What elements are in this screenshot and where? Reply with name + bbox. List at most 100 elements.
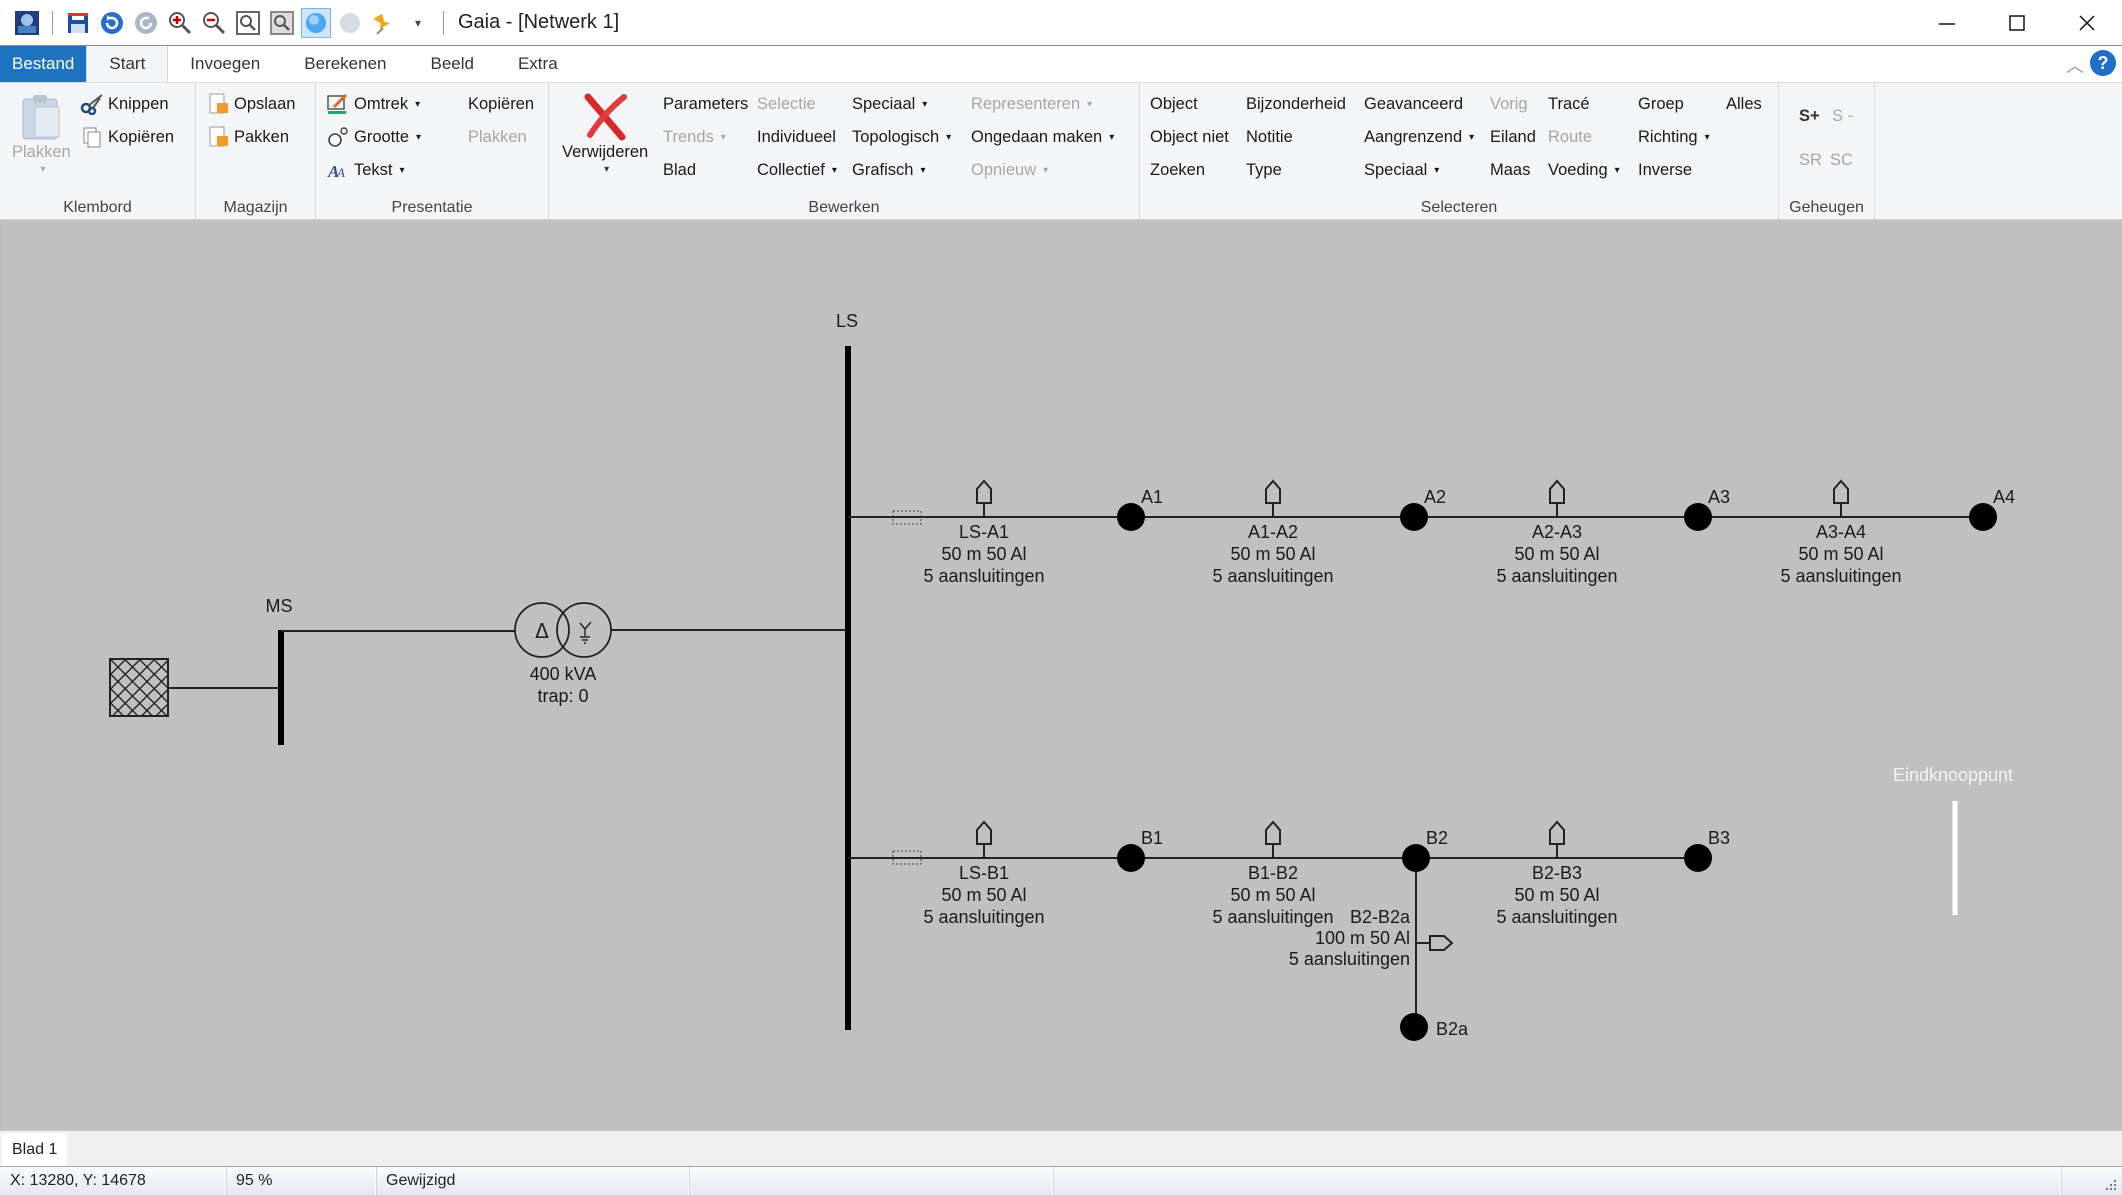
geavanceerd-button[interactable]: Geavanceerd <box>1364 95 1463 114</box>
opnieuw-button[interactable]: Opnieuw ▾ <box>971 161 1048 180</box>
opslaan-label: Opslaan <box>234 94 296 113</box>
maas-button[interactable]: Maas <box>1490 161 1530 180</box>
tab-invoegen[interactable]: Invoegen <box>168 46 282 82</box>
load-icon[interactable] <box>976 479 992 517</box>
load-icon[interactable] <box>1549 479 1565 517</box>
zoom-window-icon[interactable] <box>267 8 297 38</box>
node-a2[interactable] <box>1400 503 1428 531</box>
load-icon[interactable] <box>1833 479 1849 517</box>
selecteren-speciaal-button[interactable]: Speciaal ▾ <box>1364 161 1439 180</box>
type-button[interactable]: Type <box>1246 161 1282 180</box>
ongedaan-maken-button[interactable]: Ongedaan maken ▾ <box>971 128 1114 147</box>
node-b3[interactable] <box>1684 844 1712 872</box>
bijzonderheid-button[interactable]: Bijzonderheid <box>1246 95 1346 114</box>
trends-button[interactable]: Trends ▾ <box>663 128 726 147</box>
cable-label[interactable]: LS-A150 m 50 Al5 aansluitingen <box>923 522 1044 586</box>
app-logo-icon[interactable] <box>12 8 42 38</box>
external-grid-icon[interactable] <box>109 658 169 717</box>
transformer-icon[interactable]: Δ <box>514 602 612 658</box>
cable-label[interactable]: B2-B350 m 50 Al5 aansluitingen <box>1496 863 1617 927</box>
s-plus-button[interactable]: S+ <box>1799 107 1820 126</box>
resize-grip-icon[interactable] <box>2104 1178 2118 1192</box>
aangrenzend-button[interactable]: Aangrenzend ▾ <box>1364 128 1474 147</box>
notitie-button[interactable]: Notitie <box>1246 128 1293 147</box>
load-icon[interactable] <box>1265 820 1281 858</box>
load-icon[interactable] <box>976 820 992 858</box>
save-icon[interactable] <box>63 8 93 38</box>
sheet-tab-blad-1[interactable]: Blad 1 <box>2 1133 68 1167</box>
verwijderen-button[interactable]: Verwijderen ▾ <box>562 91 648 175</box>
cable-label[interactable]: A3-A450 m 50 Al5 aansluitingen <box>1780 522 1901 586</box>
tab-berekenen[interactable]: Berekenen <box>282 46 408 82</box>
maximize-button[interactable] <box>1982 0 2052 46</box>
tab-start[interactable]: Start <box>86 46 169 82</box>
parameters-button[interactable]: Parameters <box>663 95 748 114</box>
tab-bestand[interactable]: Bestand <box>0 46 87 82</box>
node-b2a[interactable] <box>1400 1013 1428 1041</box>
presentatie-plakken-button[interactable]: Plakken <box>468 128 527 147</box>
trace-button[interactable]: Tracé <box>1548 95 1590 114</box>
pin-icon[interactable] <box>369 8 399 38</box>
node-a4[interactable] <box>1969 503 1997 531</box>
speciaal-button[interactable]: Speciaal ▾ <box>852 95 927 114</box>
circle-grey-icon[interactable] <box>335 8 365 38</box>
node-a1[interactable] <box>1117 503 1145 531</box>
grafisch-button[interactable]: Grafisch ▾ <box>852 161 925 180</box>
omtrek-button[interactable]: Omtrek ▾ <box>326 93 420 115</box>
topologisch-button[interactable]: Topologisch ▾ <box>852 128 951 147</box>
network-diagram[interactable]: MS Δ 400 kVA trap: 0 LS LS-A150 m 50 Al5… <box>2 220 2122 1130</box>
object-niet-button[interactable]: Object niet <box>1150 128 1229 147</box>
presentatie-kopieren-button[interactable]: Kopiëren <box>468 95 534 114</box>
blad-button[interactable]: Blad <box>663 161 696 180</box>
dropdown-icon[interactable]: ▾ <box>403 8 433 38</box>
vorig-button[interactable]: Vorig <box>1490 95 1528 114</box>
load-icon[interactable] <box>1265 479 1281 517</box>
redo-icon[interactable] <box>131 8 161 38</box>
close-button[interactable] <box>2052 0 2122 46</box>
opslaan-button[interactable]: Opslaan <box>208 93 295 115</box>
richting-button[interactable]: Richting ▾ <box>1638 128 1710 147</box>
tab-beeld[interactable]: Beeld <box>408 46 495 82</box>
sc-button[interactable]: SC <box>1830 151 1853 170</box>
retrieve-icon <box>209 126 228 147</box>
load-icon[interactable] <box>1416 935 1454 951</box>
zoeken-button[interactable]: Zoeken <box>1150 161 1205 180</box>
alles-button[interactable]: Alles <box>1726 95 1762 114</box>
circle-blue-icon[interactable] <box>301 7 331 38</box>
zoom-fit-icon[interactable] <box>233 8 263 38</box>
s-min-button[interactable]: S - <box>1832 107 1853 126</box>
route-button[interactable]: Route <box>1548 128 1592 147</box>
cable-label[interactable]: A2-A350 m 50 Al5 aansluitingen <box>1496 522 1617 586</box>
help-icon[interactable]: ? <box>2090 50 2116 76</box>
tab-extra[interactable]: Extra <box>496 46 580 82</box>
individueel-button[interactable]: Individueel <box>757 128 836 147</box>
pakken-button[interactable]: Pakken <box>208 126 289 148</box>
knippen-button[interactable]: Knippen <box>80 93 169 115</box>
kopieren-button[interactable]: Kopiëren <box>80 126 174 148</box>
cable-label[interactable]: B1-B250 m 50 Al5 aansluitingen <box>1212 863 1333 927</box>
plakken-button[interactable]: Plakken ▾ <box>12 93 71 175</box>
selectie-button[interactable]: Selectie <box>757 95 816 114</box>
grootte-button[interactable]: Grootte ▾ <box>326 126 421 148</box>
node-a3[interactable] <box>1684 503 1712 531</box>
collapse-ribbon-icon[interactable]: ︿ <box>2066 52 2084 78</box>
minimize-button[interactable] <box>1912 0 1982 46</box>
inverse-button[interactable]: Inverse <box>1638 161 1692 180</box>
cable-label[interactable]: LS-B150 m 50 Al5 aansluitingen <box>923 863 1044 927</box>
zoom-out-icon[interactable] <box>199 8 229 38</box>
tekst-button[interactable]: AA Tekst ▾ <box>326 159 405 182</box>
undo-icon[interactable] <box>97 8 127 38</box>
representeren-button[interactable]: Representeren ▾ <box>971 95 1092 114</box>
load-icon[interactable] <box>1549 820 1565 858</box>
cable-label[interactable]: A1-A250 m 50 Al5 aansluitingen <box>1212 522 1333 586</box>
voeding-button[interactable]: Voeding ▾ <box>1548 161 1620 180</box>
node-b2[interactable] <box>1402 844 1430 872</box>
groep-button[interactable]: Groep <box>1638 95 1684 114</box>
sr-button[interactable]: SR <box>1799 151 1822 170</box>
eiland-button[interactable]: Eiland <box>1490 128 1536 147</box>
node-b1[interactable] <box>1117 844 1145 872</box>
zoom-in-icon[interactable] <box>165 8 195 38</box>
network-canvas[interactable]: MS Δ 400 kVA trap: 0 LS LS-A1 50 m 50 Al… <box>0 220 2122 1130</box>
object-button[interactable]: Object <box>1150 95 1198 114</box>
collectief-button[interactable]: Collectief ▾ <box>757 161 837 180</box>
